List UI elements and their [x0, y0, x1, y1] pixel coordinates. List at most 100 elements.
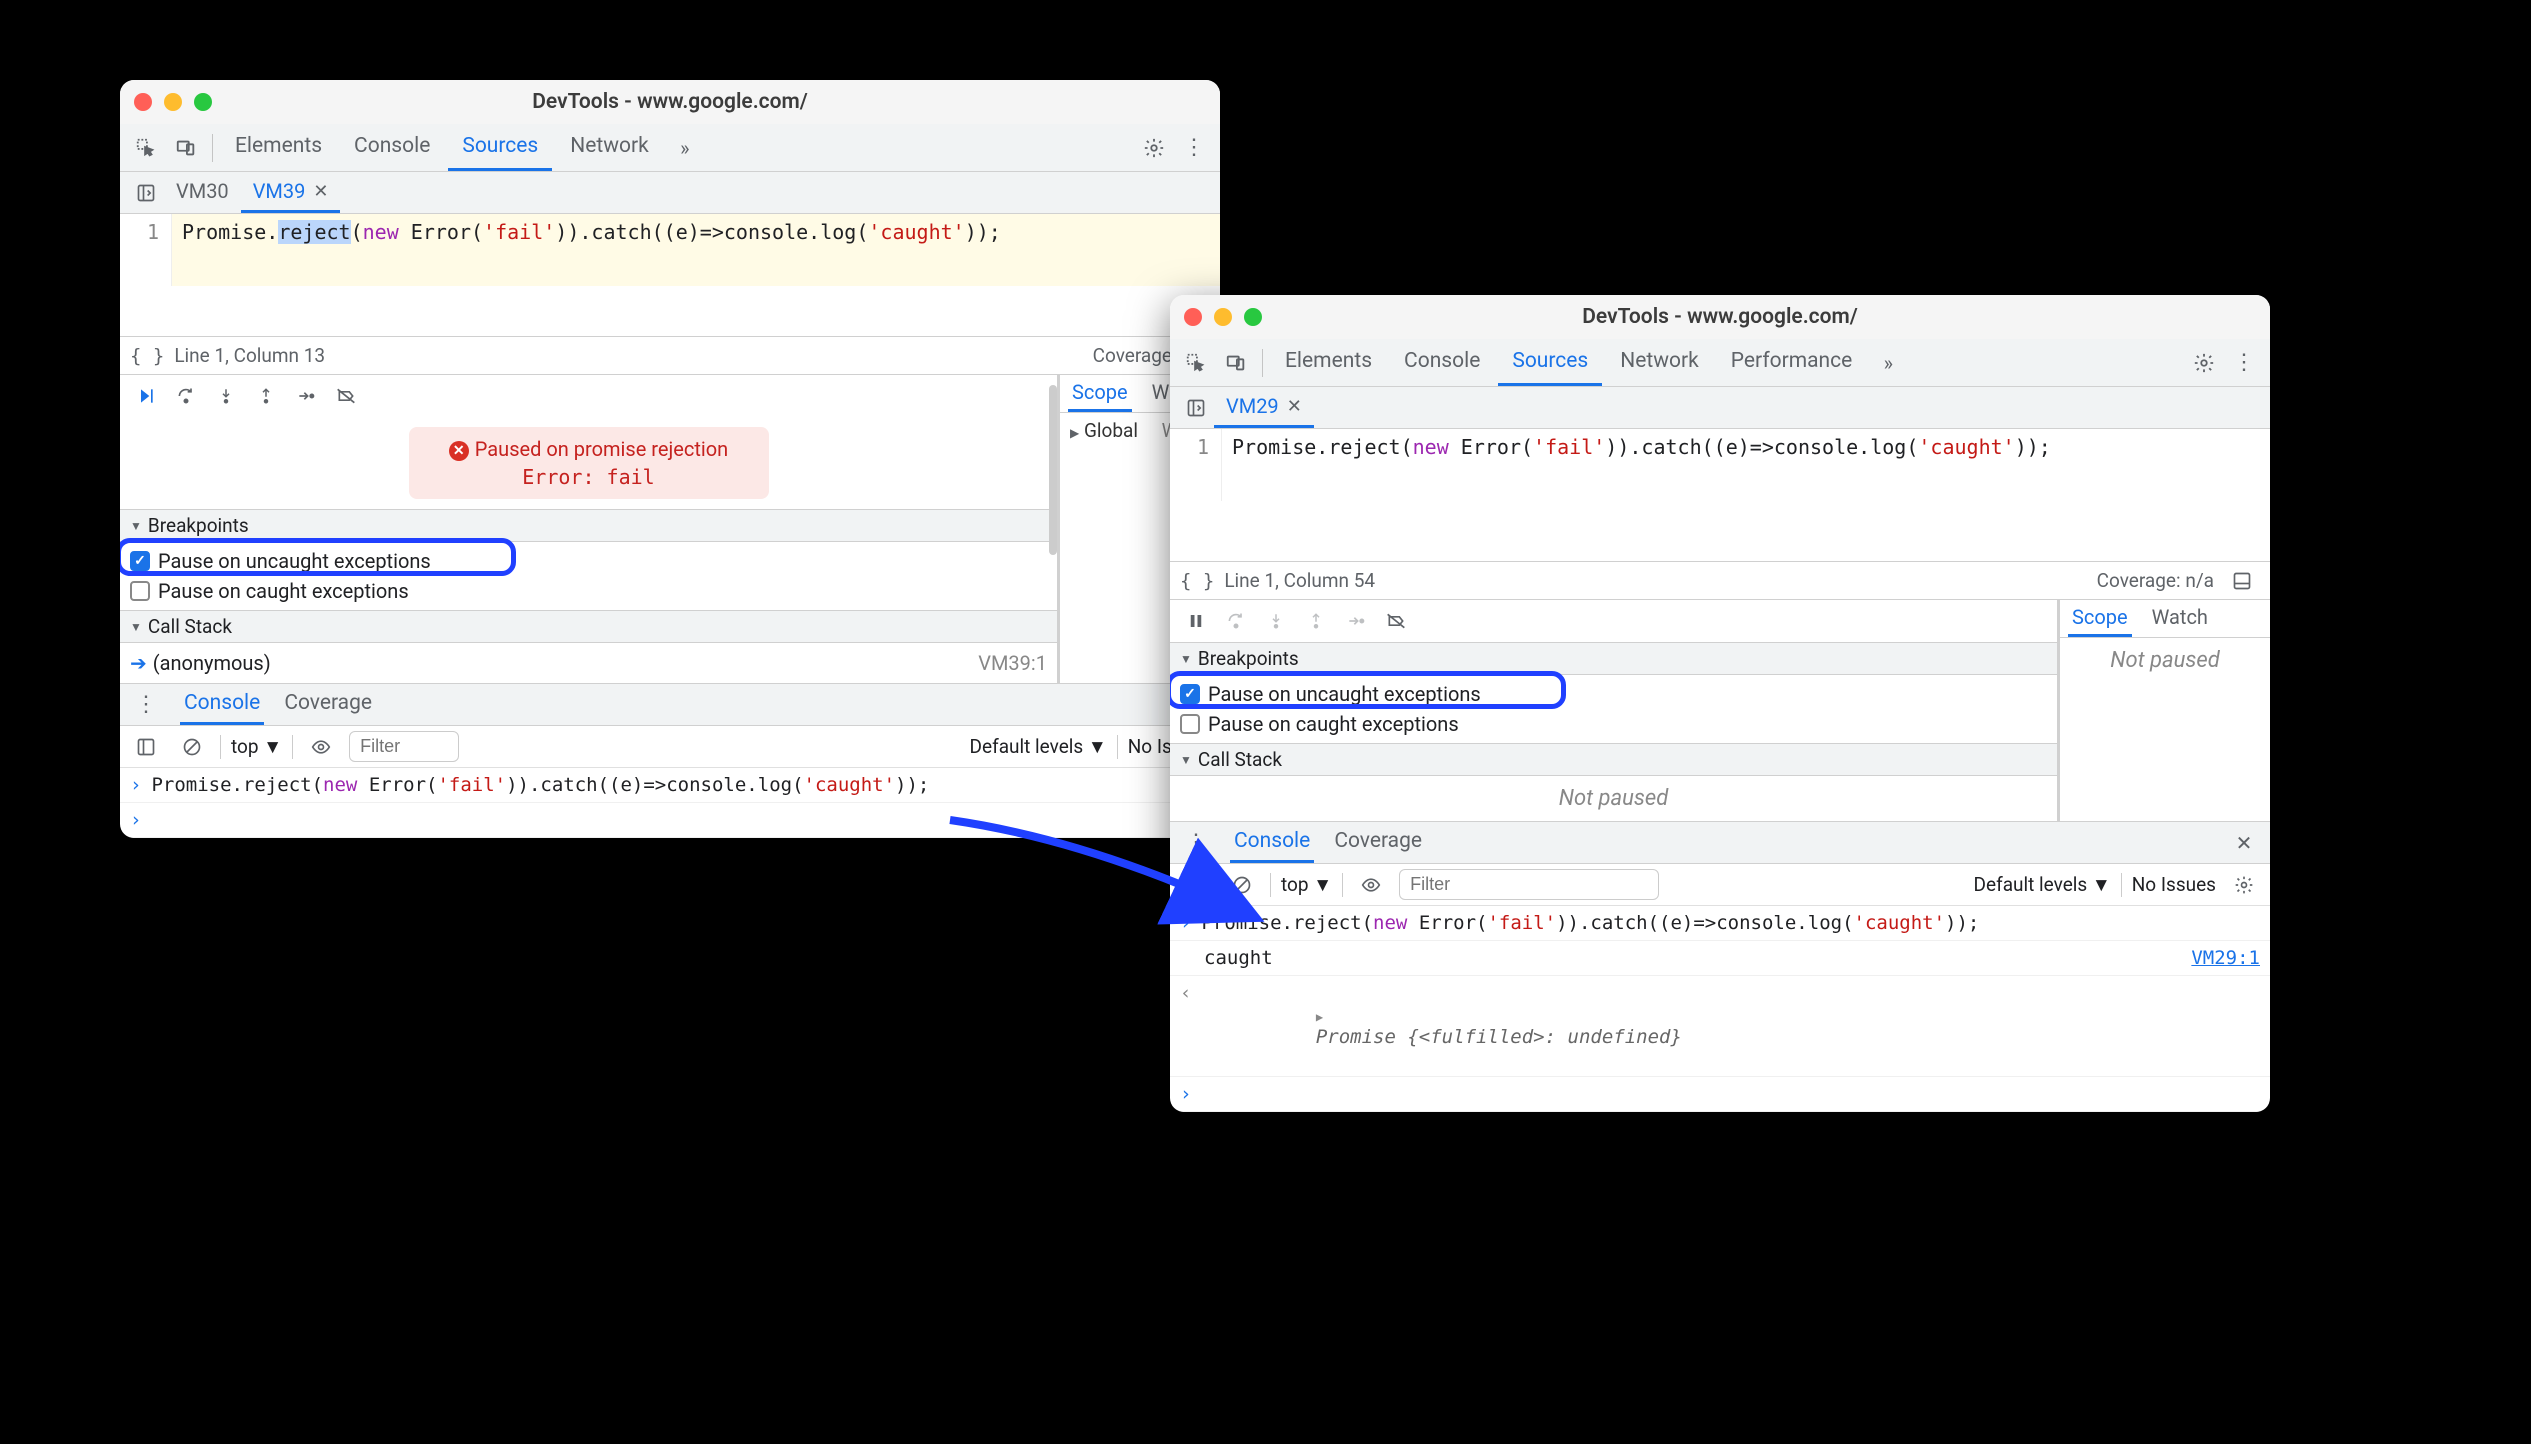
gear-icon[interactable] — [2226, 867, 2262, 903]
pretty-print-icon[interactable]: { } — [1180, 570, 1214, 592]
step-into-icon[interactable] — [208, 378, 244, 414]
scope-tabs: Scope Watch — [2060, 600, 2270, 638]
eye-icon[interactable] — [303, 729, 339, 765]
context-selector[interactable]: top ▼ — [231, 735, 282, 759]
debug-toolbar — [120, 375, 1057, 417]
device-toggle-icon[interactable] — [168, 130, 204, 166]
filter-input[interactable] — [1399, 869, 1659, 900]
log-source-link[interactable]: VM29:1 — [2191, 947, 2260, 969]
tab-elements[interactable]: Elements — [221, 124, 336, 171]
tab-watch[interactable]: Watch — [2148, 600, 2212, 637]
window-title: DevTools - www.google.com/ — [1170, 305, 2270, 329]
cursor-position: Line 1, Column 13 — [174, 344, 325, 367]
bp-caught[interactable]: ✓ Pause on caught exceptions — [130, 576, 1047, 606]
expand-icon[interactable]: ▶ — [1070, 426, 1079, 440]
callstack-header[interactable]: ▼Call Stack — [1170, 743, 2057, 776]
gear-icon[interactable] — [1136, 130, 1172, 166]
deactivate-breakpoints-icon[interactable] — [328, 378, 364, 414]
step-out-icon[interactable] — [1298, 603, 1334, 639]
drawer-tab-coverage[interactable]: Coverage — [280, 684, 376, 725]
breakpoints-list: ✓ Pause on uncaught exceptions ✓ Pause o… — [120, 542, 1057, 610]
file-tab-vm29[interactable]: VM29 ✕ — [1214, 387, 1314, 428]
scope-label: Global — [1084, 419, 1138, 442]
device-toggle-icon[interactable] — [1218, 345, 1254, 381]
console-input-row: › Promise.reject(new Error('fail')).catc… — [120, 768, 1220, 803]
pause-icon[interactable] — [1178, 603, 1214, 639]
kebab-icon[interactable]: ⋮ — [128, 687, 164, 723]
sidebar-toggle-icon[interactable] — [1178, 867, 1214, 903]
code-line[interactable]: Promise.reject(new Error('fail')).catch(… — [1222, 429, 2270, 501]
drawer-tab-coverage[interactable]: Coverage — [1330, 822, 1426, 863]
navigator-toggle-icon[interactable] — [1178, 390, 1214, 426]
log-levels-selector[interactable]: Default levels ▼ — [970, 735, 1107, 759]
tab-scope[interactable]: Scope — [2068, 600, 2132, 637]
resume-icon[interactable] — [128, 378, 164, 414]
tab-network[interactable]: Network — [1606, 339, 1713, 386]
scope-not-paused: Not paused — [2060, 638, 2270, 683]
current-frame-icon: ➔ — [130, 651, 147, 675]
tab-scope[interactable]: Scope — [1068, 375, 1132, 412]
drawer-tab-console[interactable]: Console — [1230, 822, 1314, 863]
console-toolbar: top ▼ Default levels ▼ No Issues — [1170, 864, 2270, 906]
pretty-print-icon[interactable]: { } — [130, 345, 164, 367]
tab-console[interactable]: Console — [1390, 339, 1494, 386]
clear-console-icon[interactable] — [1224, 867, 1260, 903]
filter-input[interactable] — [349, 731, 459, 762]
callstack-row[interactable]: ➔(anonymous) VM39:1 — [130, 647, 1047, 679]
tab-performance[interactable]: Performance — [1717, 339, 1866, 386]
console-prompt-row[interactable]: › — [120, 803, 1220, 838]
more-tabs-icon[interactable]: » — [1870, 345, 1906, 381]
tab-sources[interactable]: Sources — [448, 124, 552, 171]
file-tab-label: VM39 — [253, 179, 306, 203]
kebab-icon[interactable]: ⋮ — [1176, 130, 1212, 166]
bp-label: Pause on caught exceptions — [1208, 712, 1459, 736]
close-drawer-icon[interactable]: ✕ — [2226, 825, 2262, 861]
file-tab-vm39[interactable]: VM39 ✕ — [241, 172, 341, 213]
context-selector[interactable]: top ▼ — [1281, 873, 1332, 897]
more-tabs-icon[interactable]: » — [667, 130, 703, 166]
expand-icon[interactable]: ▶ — [1316, 1010, 1323, 1024]
tab-sources[interactable]: Sources — [1498, 339, 1602, 386]
code-editor[interactable]: 1 Promise.reject(new Error('fail')).catc… — [1170, 429, 2270, 501]
kebab-icon[interactable]: ⋮ — [2226, 345, 2262, 381]
collapse-icon[interactable] — [2224, 563, 2260, 599]
tab-elements[interactable]: Elements — [1271, 339, 1386, 386]
step-out-icon[interactable] — [248, 378, 284, 414]
checkbox-unchecked-icon[interactable]: ✓ — [1180, 714, 1200, 734]
file-tab-vm30[interactable]: VM30 — [164, 172, 241, 213]
checkbox-unchecked-icon[interactable]: ✓ — [130, 581, 150, 601]
callstack-header[interactable]: ▼Call Stack — [120, 610, 1057, 643]
frame-source: VM39:1 — [978, 651, 1047, 675]
inspect-icon[interactable] — [128, 130, 164, 166]
navigator-toggle-icon[interactable] — [128, 175, 164, 211]
code-editor[interactable]: 1 Promise.reject(new Error('fail')).catc… — [120, 214, 1220, 286]
step-over-icon[interactable] — [1218, 603, 1254, 639]
bp-caught[interactable]: ✓ Pause on caught exceptions — [1180, 709, 2047, 739]
kebab-icon[interactable]: ⋮ — [1178, 825, 1214, 861]
close-tab-icon[interactable]: ✕ — [313, 181, 328, 202]
gear-icon[interactable] — [2186, 345, 2222, 381]
code-line[interactable]: Promise.reject(new Error('fail')).catch(… — [172, 214, 1220, 286]
eye-icon[interactable] — [1353, 867, 1389, 903]
issues-button[interactable]: No Issues — [2132, 873, 2216, 896]
clear-console-icon[interactable] — [174, 729, 210, 765]
tab-network[interactable]: Network — [556, 124, 663, 171]
sidebar-toggle-icon[interactable] — [128, 729, 164, 765]
step-into-icon[interactable] — [1258, 603, 1294, 639]
step-icon[interactable] — [1338, 603, 1374, 639]
console-prompt-row[interactable]: › — [1170, 1077, 2270, 1112]
console-input-text[interactable]: Promise.reject(new Error('fail')).catch(… — [151, 774, 1210, 796]
inspect-icon[interactable] — [1178, 345, 1214, 381]
drawer-tab-console[interactable]: Console — [180, 684, 264, 725]
console-return-text[interactable]: ▶ Promise {<fulfilled>: undefined} — [1201, 982, 2260, 1070]
deactivate-breakpoints-icon[interactable] — [1378, 603, 1414, 639]
step-over-icon[interactable] — [168, 378, 204, 414]
log-levels-selector[interactable]: Default levels ▼ — [1974, 873, 2111, 897]
tab-console[interactable]: Console — [340, 124, 444, 171]
step-icon[interactable] — [288, 378, 324, 414]
annotation-highlight — [120, 538, 516, 576]
bp-label: Pause on caught exceptions — [158, 579, 409, 603]
console-input-text[interactable]: Promise.reject(new Error('fail')).catch(… — [1201, 912, 2260, 934]
annotation-highlight — [1170, 671, 1566, 709]
close-tab-icon[interactable]: ✕ — [1287, 396, 1302, 417]
